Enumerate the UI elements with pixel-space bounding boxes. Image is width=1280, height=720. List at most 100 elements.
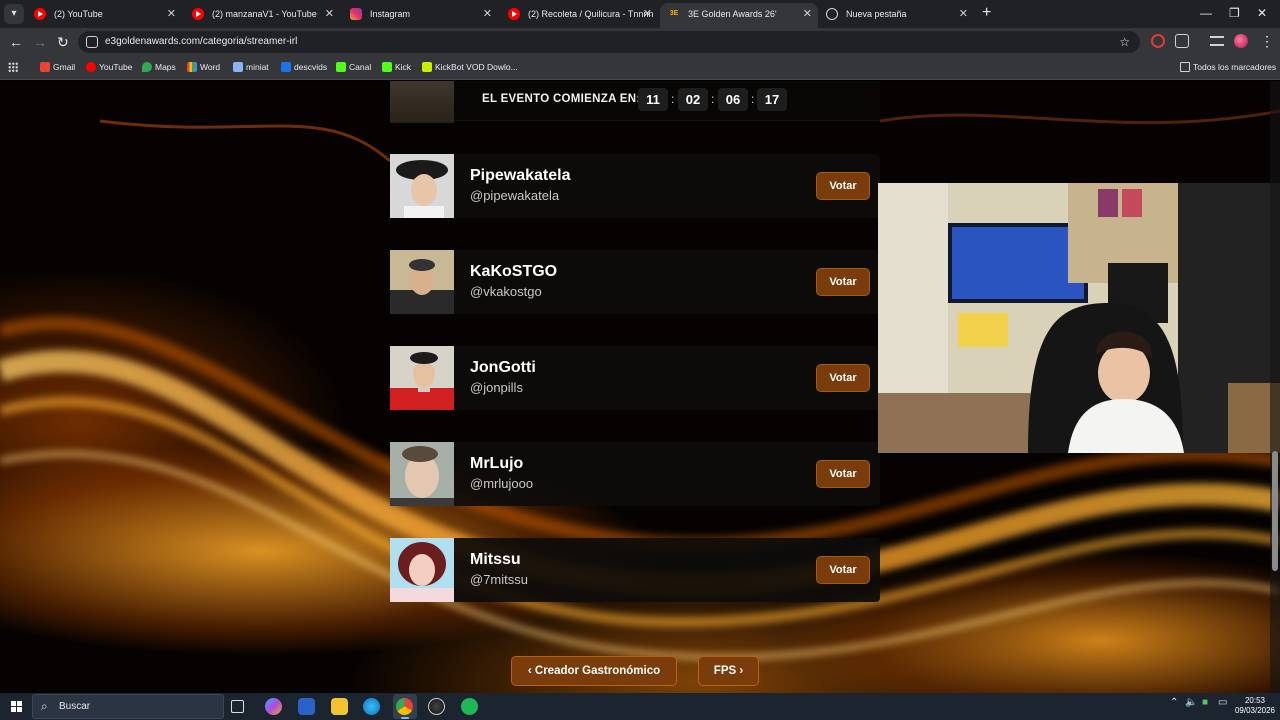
countdown-label: EL EVENTO COMIENZA EN: (482, 93, 641, 105)
media-controls-icon[interactable] (1210, 36, 1224, 46)
bookmark-kickbot[interactable]: KickBot VOD Dowlo... (422, 56, 518, 78)
bookmarks-bar: Gmail YouTube Maps Word miniat descvids … (0, 56, 1280, 80)
clock-time: 20:53 (1244, 696, 1266, 705)
vote-button[interactable]: Votar (816, 268, 870, 296)
menu-icon[interactable]: ⋮ (1260, 32, 1274, 50)
tab-recoleta[interactable]: (2) Recoleta / Quilicura - Tnnnn ✕ (500, 3, 658, 25)
site-info-icon[interactable] (86, 36, 98, 48)
next-category-button[interactable]: FPS › (698, 656, 759, 686)
tab-new[interactable]: Nueva pestaña ✕ (818, 3, 974, 25)
close-icon[interactable]: ✕ (803, 3, 812, 25)
address-bar[interactable]: e3goldenawards.com/categoria/streamer-ir… (78, 31, 1140, 53)
countdown-separator: : (711, 92, 715, 106)
nominee-card: JonGotti @jonpills Votar (390, 346, 880, 410)
prev-category-button[interactable]: ‹ Creador Gastronómico (511, 656, 677, 686)
avatar (390, 538, 454, 602)
tray-chevron-up-icon[interactable]: ⌃ (1170, 697, 1178, 708)
nominee-name: Pipewakatela (470, 167, 571, 184)
minimize-icon[interactable]: — (1200, 6, 1212, 20)
maps-pin-icon (142, 62, 152, 72)
obs-icon[interactable] (428, 698, 445, 715)
nominee-card: Mitssu @7mitssu Votar (390, 538, 880, 602)
page-content: EL EVENTO COMIENZA EN: 11 : 02 : 06 : 17… (0, 81, 1280, 693)
nominee-card: Pipewakatela @pipewakatela Votar (390, 154, 880, 218)
tab-instagram[interactable]: Instagram ✕ (342, 3, 498, 25)
forward-arrow-icon[interactable]: → (33, 33, 47, 51)
bookmark-miniat[interactable]: miniat (233, 56, 269, 78)
instagram-icon (350, 8, 362, 20)
bookmark-canal[interactable]: Canal (336, 56, 371, 78)
golden-awards-icon: 3E (668, 8, 680, 20)
youtube-icon (86, 62, 96, 72)
gmail-icon (40, 62, 50, 72)
browser-toolbar: ← → ↻ e3goldenawards.com/categoria/strea… (0, 28, 1280, 56)
all-bookmarks[interactable]: Todos los marcadores (1180, 56, 1276, 78)
close-icon[interactable]: ✕ (959, 3, 968, 25)
tab-search-button[interactable]: ▾ (4, 4, 24, 24)
bookmark-descvids[interactable]: descvids (281, 56, 327, 78)
profile-avatar[interactable] (1234, 34, 1248, 48)
nominee-handle: @7mitssu (470, 572, 528, 587)
reload-icon[interactable]: ↻ (57, 33, 69, 51)
taskbar-search[interactable]: ⌕ Buscar (32, 694, 224, 719)
tab-strip: ▾ (2) YouTube ✕ (2) manzanaV1 - YouTube … (0, 0, 1280, 28)
close-window-icon[interactable]: ✕ (1257, 6, 1267, 20)
bookmark-maps[interactable]: Maps (142, 56, 176, 78)
youtube-icon (508, 8, 520, 20)
kick-icon (382, 62, 392, 72)
countdown-hours: 02 (678, 88, 708, 111)
vote-button[interactable]: Votar (816, 172, 870, 200)
new-tab-button[interactable]: + (982, 4, 991, 22)
store-icon[interactable] (298, 698, 315, 715)
close-icon[interactable]: ✕ (643, 3, 652, 25)
bookmark-gmail[interactable]: Gmail (40, 56, 75, 78)
restore-icon[interactable]: ❐ (1229, 6, 1240, 20)
network-icon[interactable]: ▭ (1218, 697, 1227, 708)
tab-title: Instagram (370, 9, 411, 19)
tab-youtube[interactable]: (2) YouTube ✕ (26, 3, 182, 25)
bookmark-youtube[interactable]: YouTube (86, 56, 132, 78)
search-icon: ⌕ (41, 699, 48, 713)
copilot-icon[interactable] (265, 698, 282, 715)
folder-icon (1180, 62, 1190, 72)
globe-icon (826, 8, 838, 20)
nominee-name: MrLujo (470, 455, 524, 472)
tray-app-icon[interactable]: ■ (1202, 697, 1208, 708)
countdown-bar: EL EVENTO COMIENZA EN: 11 : 02 : 06 : 17 (390, 81, 880, 123)
avatar (390, 154, 454, 218)
chrome-icon[interactable] (396, 698, 413, 715)
windows-start-icon[interactable] (11, 701, 22, 712)
taskbar-clock[interactable]: 20:53 09/03/2026 (1232, 696, 1278, 716)
vote-button[interactable]: Votar (816, 460, 870, 488)
nominee-name: KaKoSTGO (470, 263, 558, 280)
bookmark-kick[interactable]: Kick (382, 56, 411, 78)
word-icon (187, 62, 197, 72)
extensions-icon[interactable] (1175, 34, 1189, 48)
webcam-overlay (878, 183, 1280, 453)
nominee-handle: @vkakostgo (470, 284, 542, 299)
avatar (390, 346, 454, 410)
bookmark-word[interactable]: Word (187, 56, 220, 78)
bookmark-star-icon[interactable]: ☆ (1119, 31, 1130, 53)
page-scrollbar[interactable] (1270, 81, 1280, 693)
countdown-separator: : (751, 92, 755, 106)
speaker-icon[interactable]: 🔈 (1185, 697, 1197, 708)
chevron-right-icon: › (736, 665, 744, 677)
edge-icon[interactable] (363, 698, 380, 715)
tab-title: (2) Recoleta / Quilicura - Tnnnn (528, 9, 654, 19)
record-extension-icon[interactable] (1151, 34, 1165, 48)
tab-golden-awards[interactable]: 3E 3E Golden Awards 26' ✕ (660, 3, 818, 28)
scrollbar-thumb[interactable] (1272, 451, 1278, 571)
close-icon[interactable]: ✕ (167, 3, 176, 25)
close-icon[interactable]: ✕ (325, 3, 334, 25)
apps-grid-icon[interactable] (8, 62, 18, 72)
vote-button[interactable]: Votar (816, 556, 870, 584)
close-icon[interactable]: ✕ (483, 3, 492, 25)
back-arrow-icon[interactable]: ← (9, 33, 23, 51)
youtube-icon (34, 8, 46, 20)
task-view-icon[interactable] (231, 700, 244, 713)
spotify-icon[interactable] (461, 698, 478, 715)
file-explorer-icon[interactable] (331, 698, 348, 715)
tab-manzana[interactable]: (2) manzanaV1 - YouTube ✕ (184, 3, 340, 25)
vote-button[interactable]: Votar (816, 364, 870, 392)
